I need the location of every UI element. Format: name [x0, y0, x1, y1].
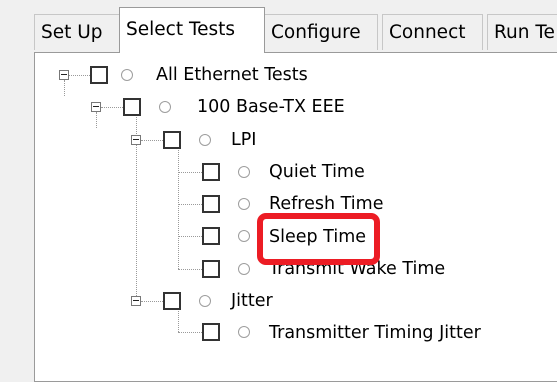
tree-connector [178, 236, 202, 237]
checkbox-sleep-time[interactable] [202, 227, 220, 245]
status-circle-icon [121, 69, 133, 81]
status-circle-icon [238, 263, 250, 275]
tree-connector [178, 269, 202, 270]
tree-connector [178, 332, 202, 333]
tree-connector [141, 301, 163, 302]
tree-label-transmitter-timing-jitter[interactable]: Transmitter Timing Jitter [269, 322, 481, 344]
status-circle-icon [238, 198, 250, 210]
tree-connector [64, 80, 65, 96]
checkbox-transmit-wake-time[interactable] [202, 260, 220, 278]
tree-label-jitter[interactable]: Jitter [231, 290, 273, 312]
tree-label-lpi[interactable]: LPI [231, 129, 256, 151]
status-circle-icon [238, 326, 250, 338]
tree-label-quiet-time[interactable]: Quiet Time [269, 161, 365, 183]
tree-label-100-base-tx-eee[interactable]: 100 Base-TX EEE [197, 96, 345, 118]
tree-connector [178, 172, 202, 173]
collapse-toggle[interactable] [59, 70, 69, 80]
checkbox-lpi[interactable] [163, 131, 181, 149]
tree-connector [178, 145, 179, 269]
tree-connector [69, 75, 90, 76]
tree-connector [141, 140, 163, 141]
status-circle-icon [199, 134, 211, 146]
status-circle-icon [159, 101, 171, 113]
checkbox-refresh-time[interactable] [202, 195, 220, 213]
test-tree: All Ethernet Tests 100 Base-TX EEE LPI Q… [0, 0, 557, 366]
checkbox-quiet-time[interactable] [202, 163, 220, 181]
status-circle-icon [238, 230, 250, 242]
checkbox-transmitter-timing-jitter[interactable] [202, 323, 220, 341]
collapse-toggle[interactable] [131, 135, 141, 145]
checkbox-jitter[interactable] [163, 292, 181, 310]
status-circle-icon [199, 295, 211, 307]
collapse-toggle[interactable] [131, 296, 141, 306]
tree-connector [96, 112, 97, 128]
checkbox-all-ethernet-tests[interactable] [90, 66, 108, 84]
tree-label-refresh-time[interactable]: Refresh Time [269, 193, 383, 215]
collapse-toggle[interactable] [91, 102, 101, 112]
checkbox-100-base-tx-eee[interactable] [123, 98, 141, 116]
tree-connector [101, 107, 123, 108]
tree-connector [178, 204, 202, 205]
highlight-box [257, 213, 380, 265]
tree-label-all-ethernet-tests[interactable]: All Ethernet Tests [156, 64, 308, 86]
status-circle-icon [238, 166, 250, 178]
